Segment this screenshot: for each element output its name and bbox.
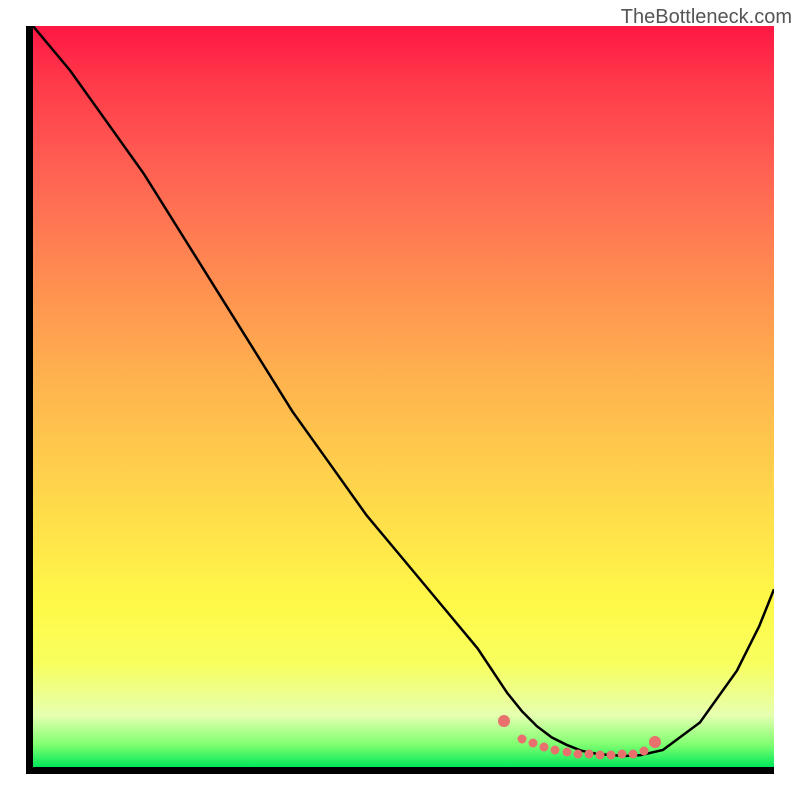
bottleneck-marker (498, 715, 510, 727)
bottleneck-marker (562, 748, 571, 757)
bottleneck-marker (540, 742, 549, 751)
bottleneck-marker (551, 745, 560, 754)
bottleneck-marker (606, 751, 615, 760)
bottleneck-marker (584, 750, 593, 759)
bottleneck-marker (595, 751, 604, 760)
plot-area (26, 26, 774, 774)
marker-layer (33, 26, 774, 767)
bottleneck-marker (629, 749, 638, 758)
bottleneck-marker (529, 739, 538, 748)
bottleneck-marker (640, 746, 649, 755)
bottleneck-marker (518, 734, 527, 743)
bottleneck-marker (618, 750, 627, 759)
chart-container: TheBottleneck.com (0, 0, 800, 800)
bottleneck-marker (573, 749, 582, 758)
bottleneck-marker (649, 736, 661, 748)
